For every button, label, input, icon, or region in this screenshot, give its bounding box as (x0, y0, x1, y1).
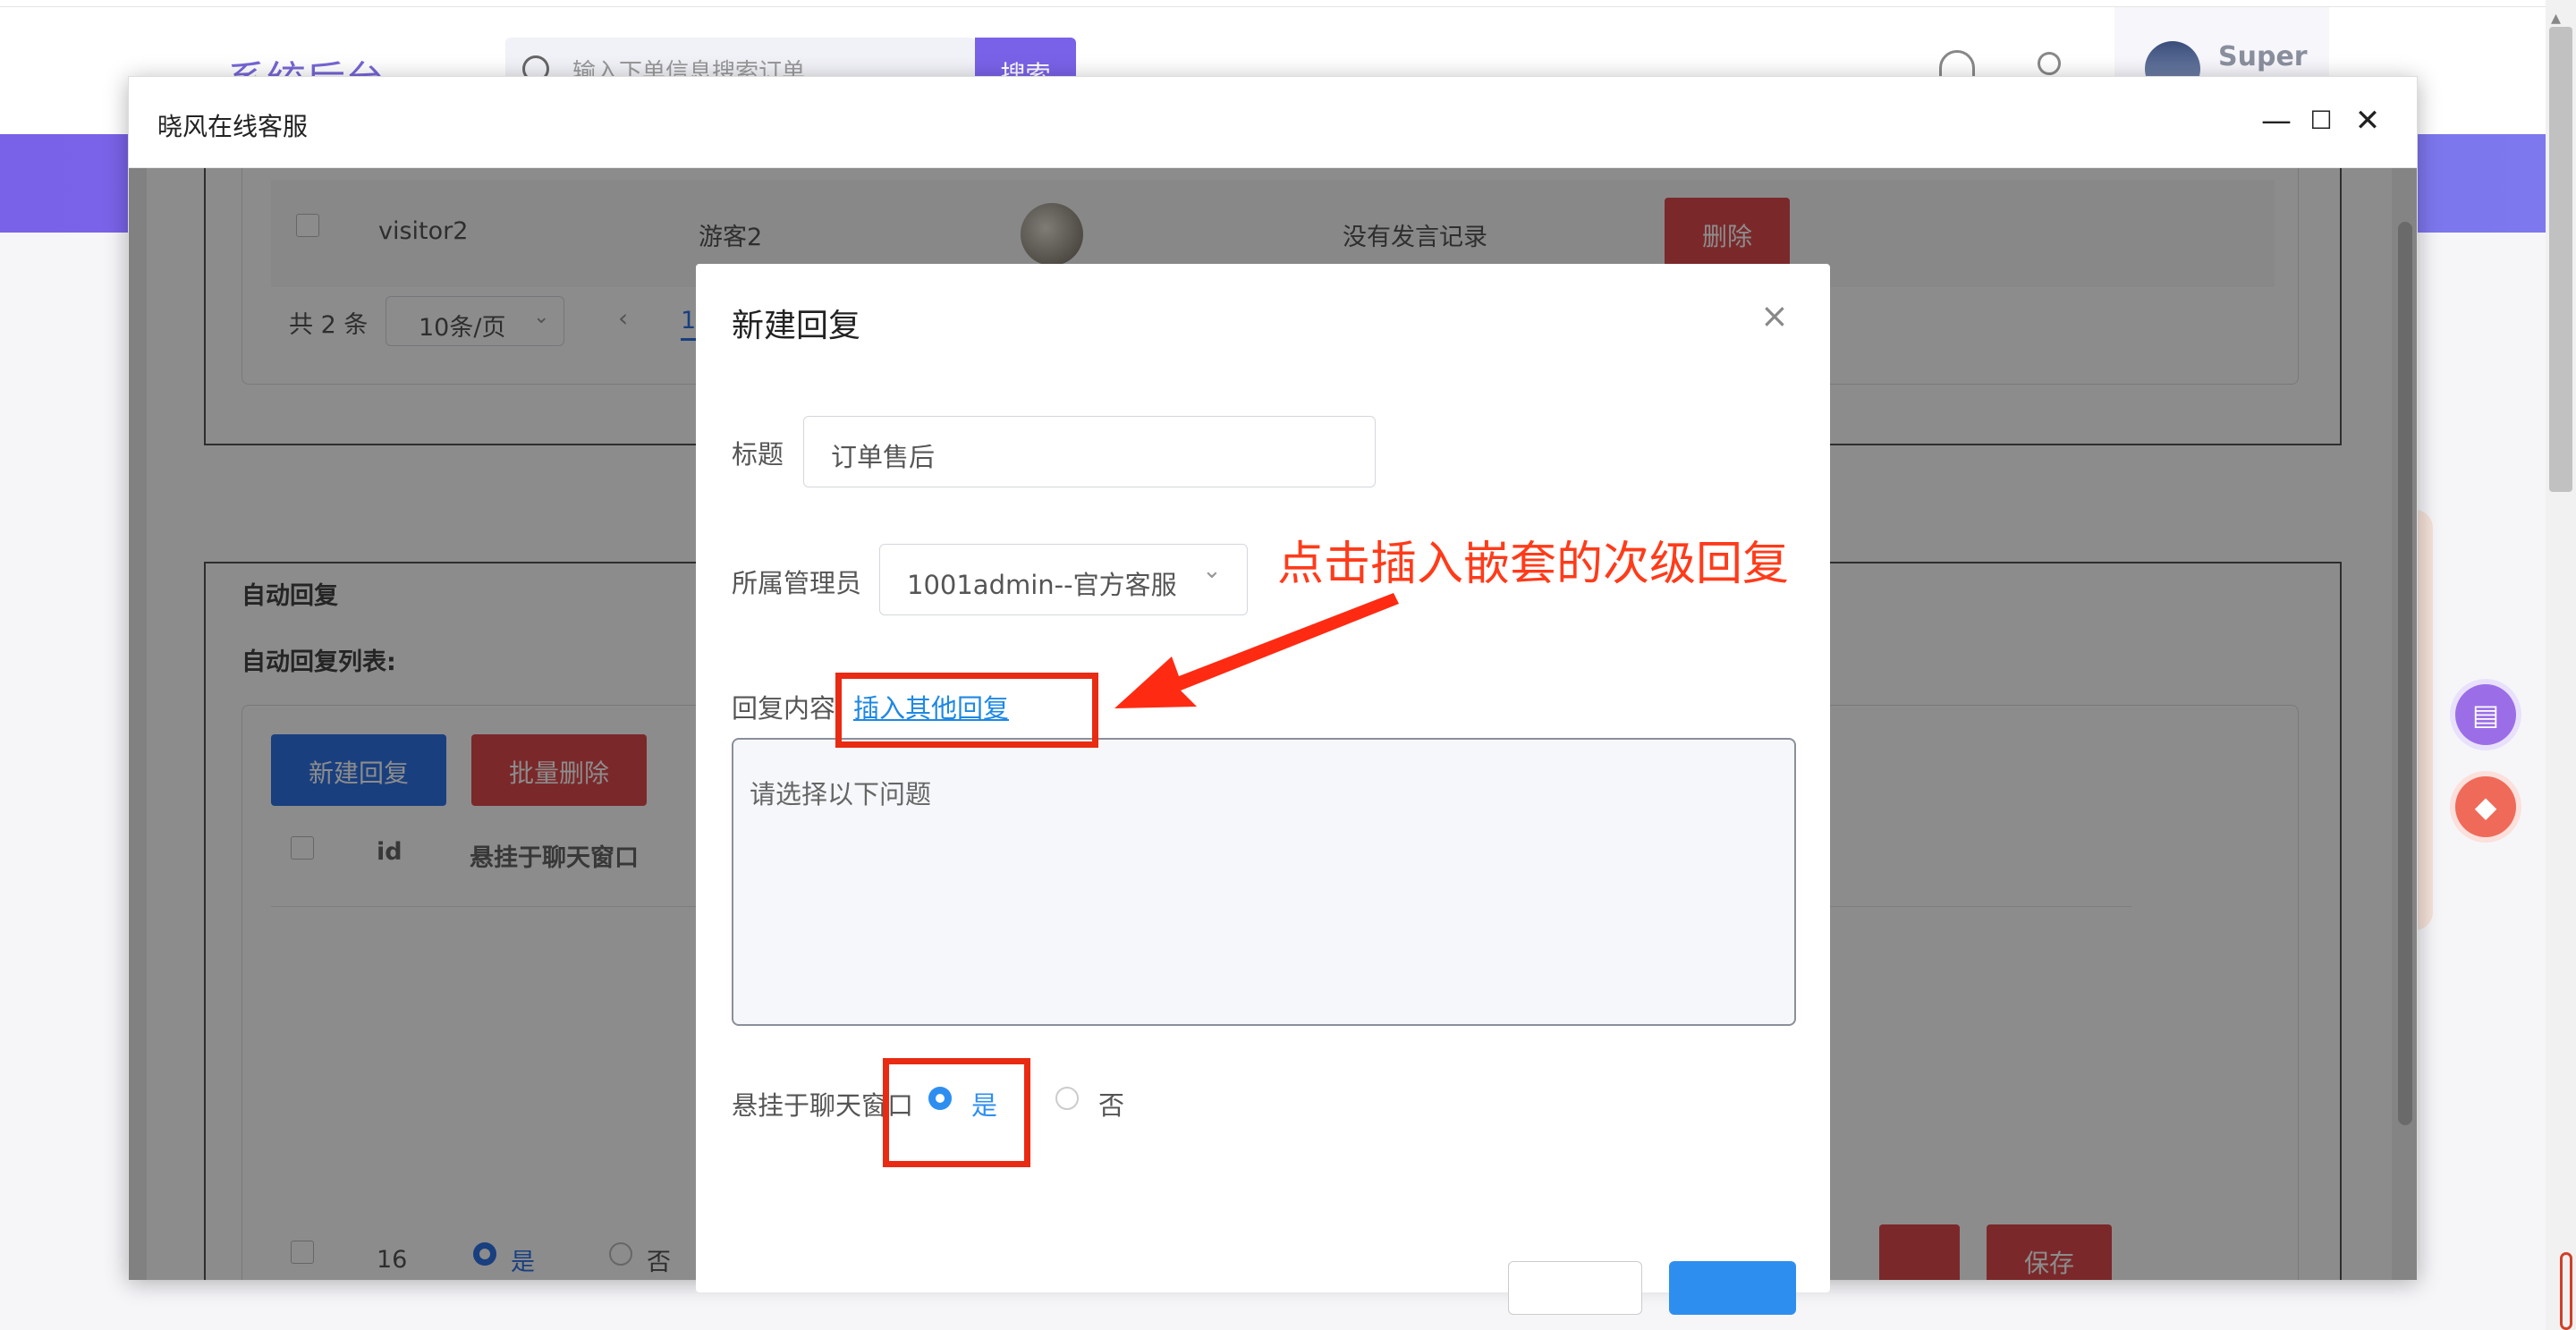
package-button[interactable]: ◆ (2455, 776, 2516, 837)
close-icon[interactable]: × (1760, 296, 1789, 335)
minimize-icon[interactable]: — (2254, 98, 2299, 143)
annotation-text: 点击插入嵌套的次级回复 (1277, 538, 1790, 591)
dialog-title: 新建回复 (732, 308, 861, 344)
pin-no-label: 否 (1098, 1090, 1125, 1121)
cancel-button[interactable] (1508, 1261, 1642, 1315)
annotation-highlight-link (835, 673, 1098, 748)
pin-radio-no[interactable] (1055, 1087, 1079, 1110)
admin-label: 所属管理员 (732, 568, 862, 598)
window-title: 晓风在线客服 (157, 112, 309, 141)
title-input[interactable]: 订单售后 (803, 416, 1376, 487)
shop-icon: ▤ (2471, 698, 2500, 732)
maximize-icon[interactable]: ☐ (2299, 98, 2343, 143)
page-scrollbar-thumb[interactable] (2549, 27, 2572, 492)
browser-top-edge (0, 0, 2576, 7)
window-titlebar: 晓风在线客服 — ☐ ✕ (129, 77, 2417, 168)
user-icon[interactable] (2038, 52, 2061, 75)
annotation-arrow-icon (1114, 593, 1399, 708)
content-textarea[interactable]: 请选择以下问题 (732, 738, 1796, 1026)
scroll-indicator (2560, 1252, 2572, 1330)
box-icon: ◆ (2474, 790, 2497, 824)
new-reply-dialog: 新建回复 × 标题 订单售后 所属管理员 1001admin--官方客服 ⌄ 回… (696, 264, 1830, 1315)
scroll-up-arrow-icon[interactable]: ▴ (2551, 7, 2561, 30)
shop-button[interactable]: ▤ (2455, 684, 2516, 745)
annotation-highlight-radio (883, 1058, 1030, 1167)
chevron-down-icon: ⌄ (1202, 557, 1222, 584)
title-label: 标题 (732, 439, 784, 470)
username: Super (2218, 41, 2308, 72)
title-input-value: 订单售后 (831, 442, 936, 472)
confirm-button[interactable] (1669, 1261, 1796, 1315)
close-icon[interactable]: ✕ (2345, 98, 2390, 143)
content-textarea-value: 请选择以下问题 (750, 779, 932, 809)
content-label: 回复内容 (732, 693, 836, 724)
